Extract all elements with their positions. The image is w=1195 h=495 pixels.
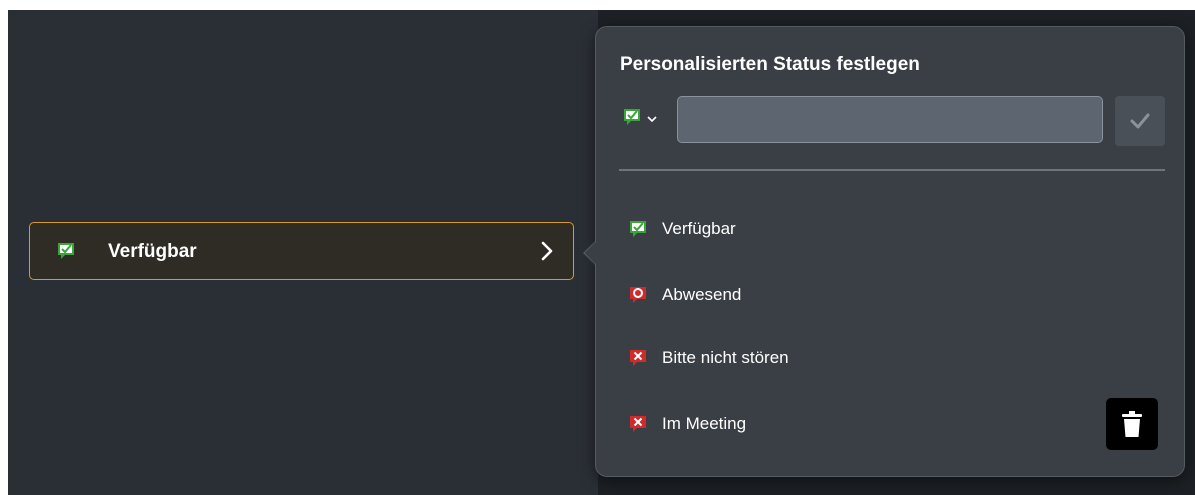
confirm-status-button[interactable] [1115, 96, 1165, 146]
status-icon-picker[interactable] [622, 107, 664, 131]
trash-icon [1122, 411, 1142, 437]
divider [619, 169, 1165, 171]
delete-status-button[interactable] [1106, 398, 1158, 450]
current-status-button[interactable]: Verfügbar [29, 222, 574, 280]
popover-title: Personalisierten Status festlegen [620, 54, 920, 75]
status-option-meeting[interactable]: Im Meeting [628, 412, 746, 436]
checkmark-icon [1130, 113, 1150, 129]
status-option-label: Im Meeting [662, 414, 747, 433]
status-option-away[interactable]: Abwesend [628, 283, 741, 307]
status-text-input[interactable] [677, 96, 1103, 143]
status-option-dnd[interactable]: Bitte nicht stören [628, 346, 789, 370]
status-option-available[interactable]: Verfügbar [628, 217, 736, 241]
status-away-icon [630, 287, 646, 303]
status-meeting-icon [630, 416, 646, 432]
status-available-icon [630, 221, 646, 237]
custom-status-popover: Personalisierten Status festlegen Verfüg… [595, 26, 1185, 477]
status-dnd-icon [630, 350, 646, 366]
status-option-label: Abwesend [662, 285, 742, 304]
popover-arrow-fill [585, 242, 596, 264]
status-available-icon [624, 109, 640, 125]
chevron-down-icon [647, 116, 657, 123]
status-option-label: Bitte nicht stören [662, 348, 789, 367]
status-available-icon [58, 243, 74, 259]
current-status-label: Verfügbar [108, 241, 197, 262]
chevron-right-icon [541, 241, 553, 261]
status-option-label: Verfügbar [662, 219, 736, 238]
